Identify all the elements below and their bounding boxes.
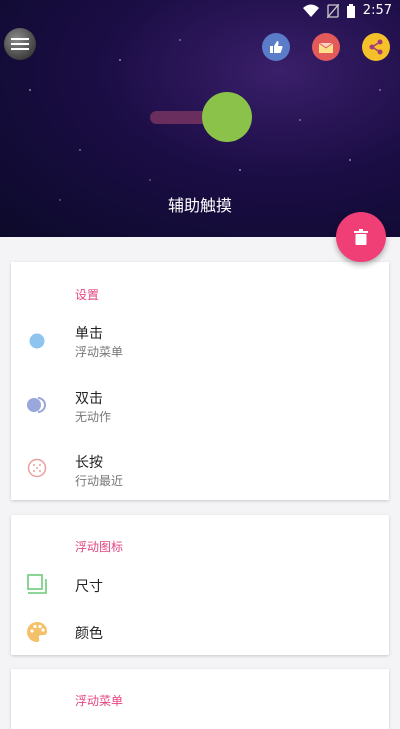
wifi-icon — [302, 4, 319, 17]
no-sim-icon — [326, 3, 339, 18]
setting-row-double-tap[interactable]: 双击 无动作 — [11, 385, 389, 435]
section-title-settings: 设置 — [75, 288, 100, 302]
mail-icon — [318, 42, 334, 53]
floating-menu-card: 浮动菜单 — [11, 669, 389, 729]
settings-card: 设置 单击 浮动菜单 双击 无动作 长按 行动最近 — [11, 262, 389, 500]
header-banner: 2:57 辅助触摸 — [0, 0, 400, 237]
setting-subtitle: 无动作 — [75, 410, 112, 424]
size-icon — [25, 572, 49, 596]
palette-icon — [25, 620, 49, 644]
battery-icon — [346, 3, 355, 18]
setting-title: 颜色 — [75, 626, 103, 642]
setting-title: 尺寸 — [75, 579, 103, 595]
floating-icon-card: 浮动图标 尺寸 颜色 — [11, 515, 389, 655]
like-button[interactable] — [262, 33, 290, 61]
setting-row-color[interactable]: 颜色 — [11, 619, 389, 649]
page-title: 辅助触摸 — [167, 196, 232, 215]
setting-row-long-press[interactable]: 长按 行动最近 — [11, 450, 389, 500]
thumb-up-icon — [270, 41, 283, 53]
setting-title: 单击 — [75, 326, 103, 342]
setting-row-size[interactable]: 尺寸 — [11, 571, 389, 601]
single-tap-icon — [25, 329, 49, 353]
hamburger-icon — [11, 38, 29, 50]
section-title-floating-icon: 浮动图标 — [75, 540, 124, 554]
double-tap-icon — [25, 393, 49, 417]
setting-subtitle: 浮动菜单 — [75, 345, 124, 359]
section-title-floating-menu: 浮动菜单 — [75, 694, 124, 708]
setting-title: 长按 — [75, 455, 103, 471]
assistive-touch-toggle-knob[interactable] — [202, 92, 252, 142]
share-button[interactable] — [362, 33, 390, 61]
status-bar: 2:57 — [0, 0, 400, 24]
trash-icon — [354, 229, 368, 245]
mail-button[interactable] — [312, 33, 340, 61]
delete-fab-button[interactable] — [336, 212, 386, 262]
share-icon — [369, 39, 383, 55]
long-press-icon — [25, 456, 49, 480]
menu-button[interactable] — [4, 28, 36, 60]
setting-title: 双击 — [75, 391, 103, 407]
status-time: 2:57 — [362, 3, 392, 18]
setting-subtitle: 行动最近 — [75, 474, 124, 488]
setting-row-single-tap[interactable]: 单击 浮动菜单 — [11, 320, 389, 370]
